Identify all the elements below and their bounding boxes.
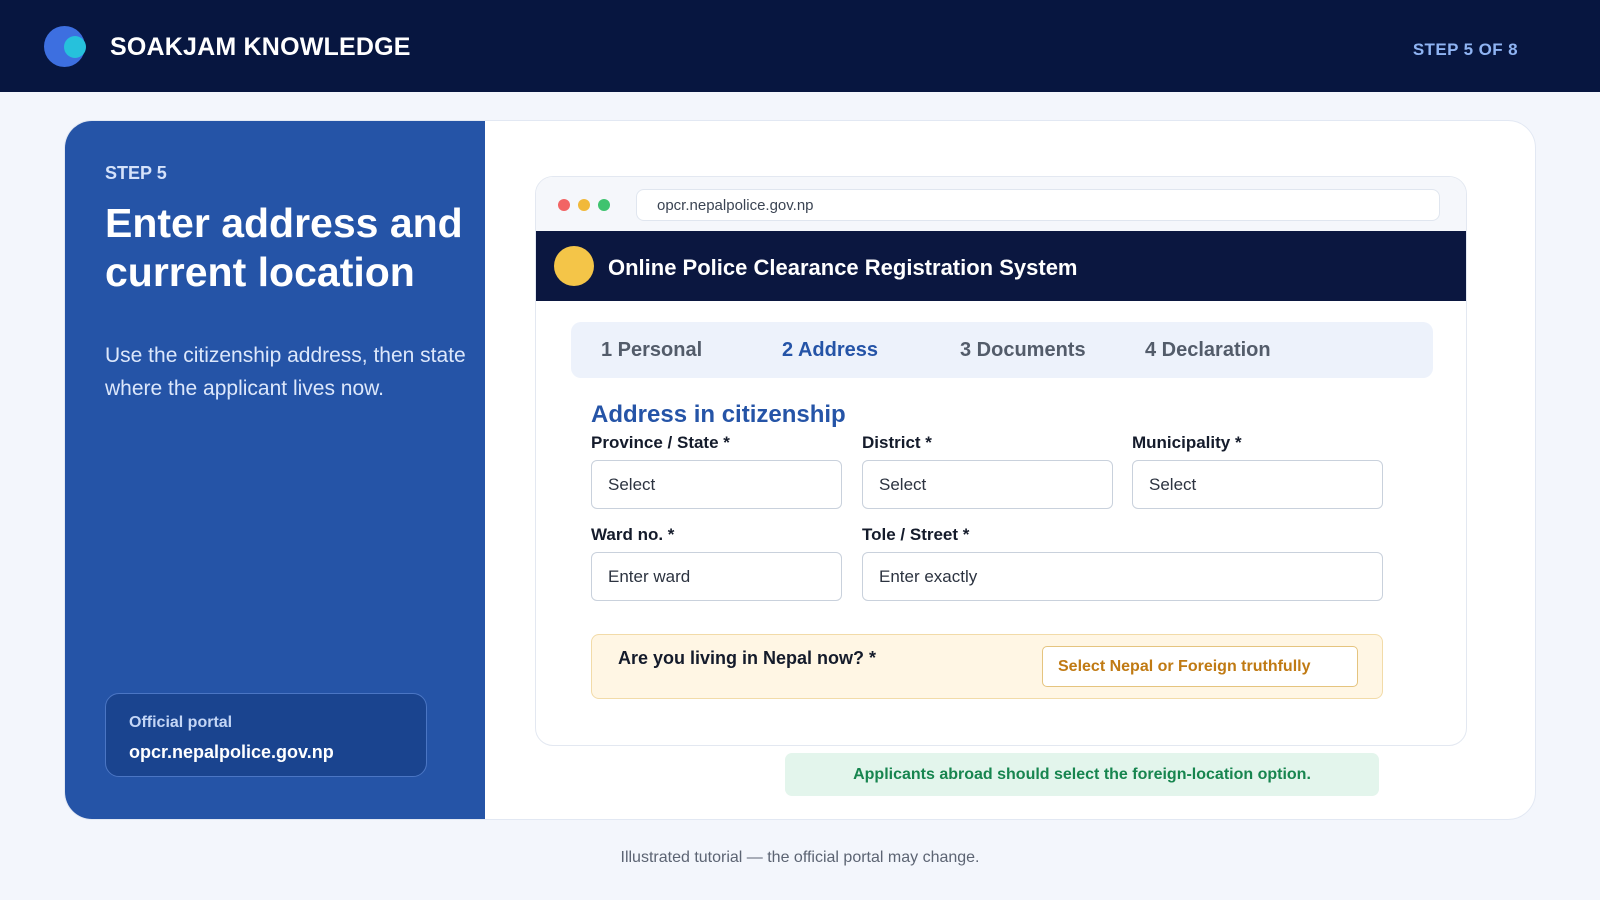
tab-personal[interactable]: 1 Personal [601, 339, 702, 362]
brand-name: SOAKJAM KNOWLEDGE [110, 33, 411, 61]
tab-address[interactable]: 2 Address [782, 339, 878, 362]
tole-street-input[interactable]: Enter exactly [862, 552, 1383, 601]
maximize-window-icon [598, 199, 610, 211]
site-title: Online Police Clearance Registration Sys… [608, 255, 1078, 280]
police-emblem-icon [554, 246, 594, 286]
section-title: Address in citizenship [591, 401, 846, 428]
portal-url: opcr.nepalpolice.gov.np [129, 742, 334, 762]
browser-chrome: opcr.nepalpolice.gov.np [536, 177, 1466, 231]
living-in-nepal-box: Are you living in Nepal now? * Select Ne… [591, 634, 1383, 699]
minimize-window-icon [578, 199, 590, 211]
tab-documents[interactable]: 3 Documents [960, 339, 1086, 362]
ward-input[interactable]: Enter ward [591, 552, 842, 601]
top-bar: SOAKJAM KNOWLEDGE STEP 5 OF 8 [0, 0, 1600, 92]
footer-disclaimer: Illustrated tutorial — the official port… [620, 849, 980, 866]
brand-logo-icon [44, 26, 90, 68]
address-bar[interactable]: opcr.nepalpolice.gov.np [636, 189, 1440, 221]
browser-window: opcr.nepalpolice.gov.np Online Police Cl… [535, 176, 1467, 746]
step-info-panel: STEP 5 Enter address and current locatio… [65, 121, 485, 819]
step-title: Enter address and current location [105, 200, 463, 295]
step-description: Use the citizenship address, then state … [105, 344, 466, 400]
district-label: District * [862, 433, 932, 452]
foreign-location-note: Applicants abroad should select the fore… [785, 753, 1379, 796]
form-step-tabs: 1 Personal 2 Address 3 Documents 4 Decla… [571, 322, 1433, 378]
site-header: Online Police Clearance Registration Sys… [536, 231, 1466, 301]
province-select[interactable]: Select [591, 460, 842, 509]
living-in-nepal-question: Are you living in Nepal now? * [618, 648, 877, 668]
tole-label: Tole / Street * [862, 525, 970, 544]
municipality-label: Municipality * [1132, 433, 1242, 452]
official-portal-box: Official portal opcr.nepalpolice.gov.np [105, 693, 427, 777]
municipality-select[interactable]: Select [1132, 460, 1383, 509]
ward-label: Ward no. * [591, 525, 675, 544]
step-label: STEP 5 [105, 163, 167, 183]
tutorial-card: STEP 5 Enter address and current locatio… [64, 120, 1536, 820]
tab-declaration[interactable]: 4 Declaration [1145, 339, 1271, 362]
district-select[interactable]: Select [862, 460, 1113, 509]
step-counter: STEP 5 OF 8 [1412, 40, 1518, 59]
living-location-select[interactable]: Select Nepal or Foreign truthfully [1042, 646, 1358, 687]
portal-label: Official portal [129, 714, 233, 731]
close-window-icon [558, 199, 570, 211]
province-label: Province / State * [591, 433, 730, 452]
